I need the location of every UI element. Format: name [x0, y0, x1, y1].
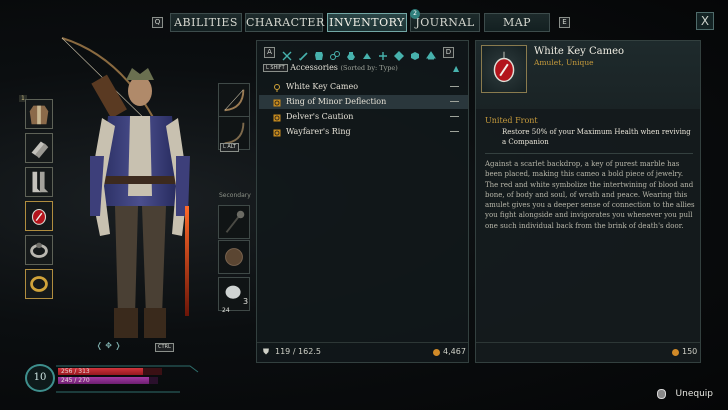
- essence-value: 245 / 270: [61, 377, 90, 384]
- carry-weight: 119 / 162.5: [275, 347, 321, 356]
- shield-icon: [225, 248, 243, 266]
- unequip-hint[interactable]: Unequip: [676, 389, 713, 399]
- item-state-indicator: [450, 101, 459, 102]
- amulet-slot[interactable]: [25, 201, 53, 231]
- amulet-icon: [273, 83, 281, 92]
- coin-icon: [433, 349, 440, 356]
- tools-filter-icon[interactable]: [377, 47, 389, 60]
- item-image: [481, 45, 527, 93]
- tab-character[interactable]: CHARACTER: [245, 13, 324, 32]
- list-item[interactable]: Delver's Caution: [259, 110, 468, 124]
- coin-icon: [672, 349, 679, 356]
- category-lock-icon[interactable]: ▲: [453, 64, 459, 73]
- sort-key[interactable]: L SHIFT: [263, 64, 288, 72]
- consumables-filter-icon[interactable]: [345, 47, 357, 60]
- all-items-filter-icon[interactable]: [281, 47, 293, 61]
- ring-slot-2[interactable]: [25, 269, 53, 299]
- item-name: White Key Cameo: [286, 82, 359, 91]
- gloves-slot[interactable]: [25, 133, 53, 163]
- top-navigation: Q ABILITIES CHARACTER INVENTORY JOURNAL …: [0, 9, 728, 33]
- boots-icon: [32, 171, 49, 193]
- tab-inventory[interactable]: INVENTORY: [327, 13, 407, 32]
- divider: [485, 153, 693, 154]
- ability-name: United Front: [485, 116, 538, 125]
- secondary-weapon-slot[interactable]: [218, 205, 250, 239]
- filter-next-key[interactable]: D: [443, 47, 454, 58]
- swap-weapon-key: L ALT: [220, 143, 239, 152]
- journal-badge: 2: [410, 9, 420, 19]
- tab-journal[interactable]: JOURNAL: [410, 13, 480, 32]
- ring-icon: [273, 128, 281, 137]
- item-title: White Key Cameo: [534, 46, 625, 57]
- item-state-indicator: [450, 131, 459, 132]
- item-detail-panel: White Key Cameo Amulet, Unique United Fr…: [475, 40, 701, 363]
- ring-icon: [273, 98, 281, 107]
- inventory-footer: ⛊ 119 / 162.5 4,467: [257, 342, 468, 362]
- detail-footer: 150: [476, 342, 700, 362]
- tab-map[interactable]: MAP: [484, 13, 550, 32]
- misc-filter-icon[interactable]: [425, 47, 437, 60]
- item-subtitle: Amulet, Unique: [534, 58, 594, 67]
- boots-slot[interactable]: [25, 167, 53, 197]
- detail-header: White Key Cameo Amulet, Unique: [476, 41, 700, 109]
- secondary-label: Secondary: [219, 192, 251, 199]
- health-value: 256 / 313: [61, 368, 90, 375]
- weapons-filter-icon[interactable]: [297, 47, 309, 61]
- next-tab-key[interactable]: E: [559, 17, 570, 28]
- item-state-indicator: [450, 86, 459, 87]
- rotate-left-icon[interactable]: ❬ ✥ ❭: [96, 341, 121, 350]
- item-name: Ring of Minor Deflection: [286, 97, 387, 106]
- chest-armor-slot[interactable]: [25, 99, 53, 129]
- ring-icon: [273, 113, 281, 122]
- gold-amount: 4,467: [443, 347, 466, 356]
- ring-slot-1[interactable]: [25, 235, 53, 265]
- tab-abilities[interactable]: ABILITIES: [170, 13, 242, 32]
- item-state-indicator: [450, 116, 459, 117]
- materials-filter-icon[interactable]: [361, 47, 373, 59]
- valuables-filter-icon[interactable]: [393, 47, 405, 61]
- sort-note: (Sorted by: Type): [340, 64, 398, 72]
- level-indicator: 10: [25, 364, 55, 392]
- chest-armor-icon: [29, 105, 49, 125]
- list-item[interactable]: Ring of Minor Deflection: [259, 95, 468, 109]
- filter-prev-key[interactable]: A: [264, 47, 275, 58]
- filter-bar: A D: [264, 47, 463, 61]
- rotate-key: CTRL: [155, 343, 174, 352]
- mouse-button-icon: [657, 389, 666, 399]
- item-name: Delver's Caution: [286, 112, 354, 121]
- ability-description: Restore 50% of your Maximum Health when …: [502, 128, 691, 146]
- amulet-icon: [493, 51, 515, 83]
- inventory-panel: A D L SHIFT Accessories (Sorted by: Type…: [256, 40, 469, 363]
- consumable-stack: 24: [222, 307, 230, 314]
- item-name: Wayfarer's Ring: [286, 127, 351, 136]
- consumable-count: 3: [243, 297, 249, 306]
- offhand-slot[interactable]: [218, 240, 250, 274]
- sort-header: L SHIFT Accessories (Sorted by: Type): [263, 63, 398, 75]
- list-item[interactable]: White Key Cameo: [259, 80, 468, 94]
- category-label: Accessories: [290, 63, 338, 72]
- weight-icon: ⛊: [263, 347, 269, 356]
- item-value: 150: [682, 347, 698, 356]
- accessories-filter-icon[interactable]: [329, 47, 341, 60]
- lore-text: Against a scarlet backdrop, a key of pur…: [485, 160, 695, 230]
- close-button[interactable]: X: [696, 12, 714, 30]
- quest-filter-icon[interactable]: [409, 47, 421, 60]
- character-model: [61, 37, 190, 338]
- gloves-icon: [31, 141, 49, 159]
- mace-icon: [225, 210, 245, 233]
- gold-ring-icon: [30, 276, 48, 292]
- armor-filter-icon[interactable]: [313, 47, 325, 60]
- ring-icon: [30, 242, 48, 258]
- bow-icon: [224, 89, 245, 112]
- prev-tab-key[interactable]: Q: [152, 17, 163, 28]
- amulet-icon: [31, 208, 47, 225]
- primary-weapon-slot[interactable]: [218, 83, 250, 117]
- list-item[interactable]: Wayfarer's Ring: [259, 125, 468, 139]
